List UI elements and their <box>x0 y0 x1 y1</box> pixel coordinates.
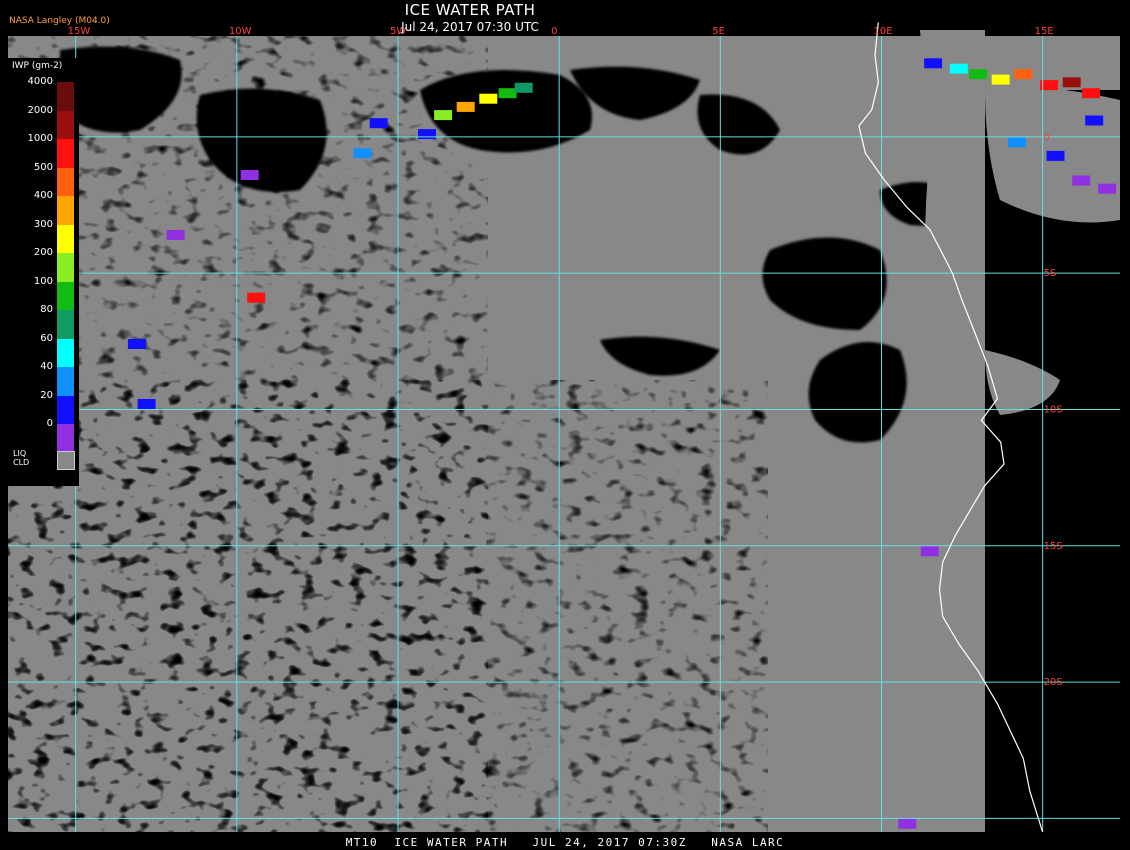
ice-cloud-cluster <box>1072 175 1091 186</box>
legend-liquid-cloud: LIQ CLD <box>8 448 79 472</box>
color-legend: IWP (gm-2) 4000 2000 1000 500 400 300 200 100 80… <box>8 58 79 486</box>
ice-cloud-cluster <box>418 129 436 140</box>
legend-level-swatch <box>57 82 74 111</box>
liquid-label-line2: CLD <box>13 458 30 467</box>
coastal-cloud-strip <box>920 30 985 560</box>
map-title: ICE WATER PATH <box>404 1 536 19</box>
legend-level-swatch <box>57 110 74 140</box>
legend-level-label: 4000 <box>27 76 53 87</box>
ice-cloud-cluster <box>247 292 266 303</box>
parallel-label: 20S <box>1044 677 1063 688</box>
ice-cloud-cluster <box>920 546 939 557</box>
parallel-label: 5S <box>1044 268 1057 279</box>
legend-level-swatch <box>57 196 74 225</box>
legend-level-swatch <box>57 367 74 396</box>
liquid-cloud-layer <box>8 30 1120 832</box>
ice-cloud-cluster <box>514 82 533 93</box>
ice-cloud-cluster <box>127 339 146 349</box>
ice-water-path-map: 15W 10W 5W 0 5E 10E 15E05S10S15S20S <box>8 22 1120 833</box>
ice-cloud-cluster <box>1098 183 1117 194</box>
map-timestamp: Jul 24, 2017 07:30 UTC <box>401 20 539 34</box>
legend-level-label: 200 <box>33 247 53 258</box>
ice-cloud-cluster <box>991 74 1010 85</box>
legend-level-swatch <box>57 338 74 368</box>
liquid-label-line1: LIQ <box>13 449 27 458</box>
legend-level-swatch <box>57 395 74 425</box>
footer-caption: MT10 ICE WATER PATH JUL 24, 2017 07:30Z … <box>345 836 785 849</box>
ice-cloud-cluster <box>1085 115 1104 126</box>
legend-title: IWP (gm-2) <box>12 61 63 71</box>
legend-level-swatch <box>57 253 74 282</box>
ice-cloud-cluster <box>969 69 988 80</box>
ice-cloud-cluster <box>898 818 917 829</box>
legend-level-label: 300 <box>33 218 53 230</box>
ice-cloud-cluster <box>137 399 156 409</box>
legend-level-label: 80 <box>40 304 53 315</box>
parallel-label: 15S <box>1044 541 1063 552</box>
legend-level-swatch <box>57 310 74 339</box>
meridian-label: 15E <box>1035 26 1054 37</box>
legend-level-label: 20 <box>40 389 53 401</box>
legend-level-label: 40 <box>40 361 53 372</box>
producer-credit: NASA Langley (M04.0) <box>9 16 110 26</box>
ice-cloud-cluster <box>1007 137 1026 148</box>
legend-level-label: 2000 <box>27 104 53 116</box>
satellite-map: 15W 10W 5W 0 5E 10E 15E 0 5S 10S 15S 20S ICE WATER … <box>0 0 1130 850</box>
legend-level-label: 500 <box>33 161 53 173</box>
legend-level-swatch <box>57 139 74 168</box>
legend-level-label: 60 <box>40 332 53 344</box>
ice-cloud-cluster <box>498 88 517 99</box>
ice-cloud-cluster <box>369 118 388 129</box>
legend-level-swatch <box>57 224 74 254</box>
ice-cloud-cluster <box>949 63 968 74</box>
ice-cloud-cluster <box>1062 77 1081 88</box>
legend-level-swatch <box>57 281 74 311</box>
parallel-label: 10S <box>1044 404 1063 415</box>
legend-level-label: 400 <box>33 190 53 201</box>
ice-cloud-cluster <box>166 230 185 240</box>
legend-level-swatch <box>57 167 74 197</box>
ice-cloud-cluster <box>434 110 453 121</box>
liquid-cloud-swatch <box>57 451 75 470</box>
clear-sky-texture-south <box>8 380 768 832</box>
ice-cloud-cluster <box>1014 69 1033 80</box>
ice-cloud-cluster <box>240 170 259 180</box>
ice-cloud-cluster <box>1046 150 1065 161</box>
parallel-label: 0 <box>1044 132 1050 143</box>
legend-level-label: 100 <box>33 275 53 287</box>
ice-cloud-cluster <box>1082 88 1100 99</box>
ice-cloud-cluster <box>924 58 943 69</box>
legend-level-label: 0 <box>46 418 53 429</box>
legend-level-label: 1000 <box>27 133 53 144</box>
legend-level: 20 <box>8 390 79 425</box>
ice-cloud-cluster <box>456 101 475 112</box>
ice-cloud-cluster <box>479 93 498 104</box>
ice-cloud-cluster <box>353 148 372 159</box>
